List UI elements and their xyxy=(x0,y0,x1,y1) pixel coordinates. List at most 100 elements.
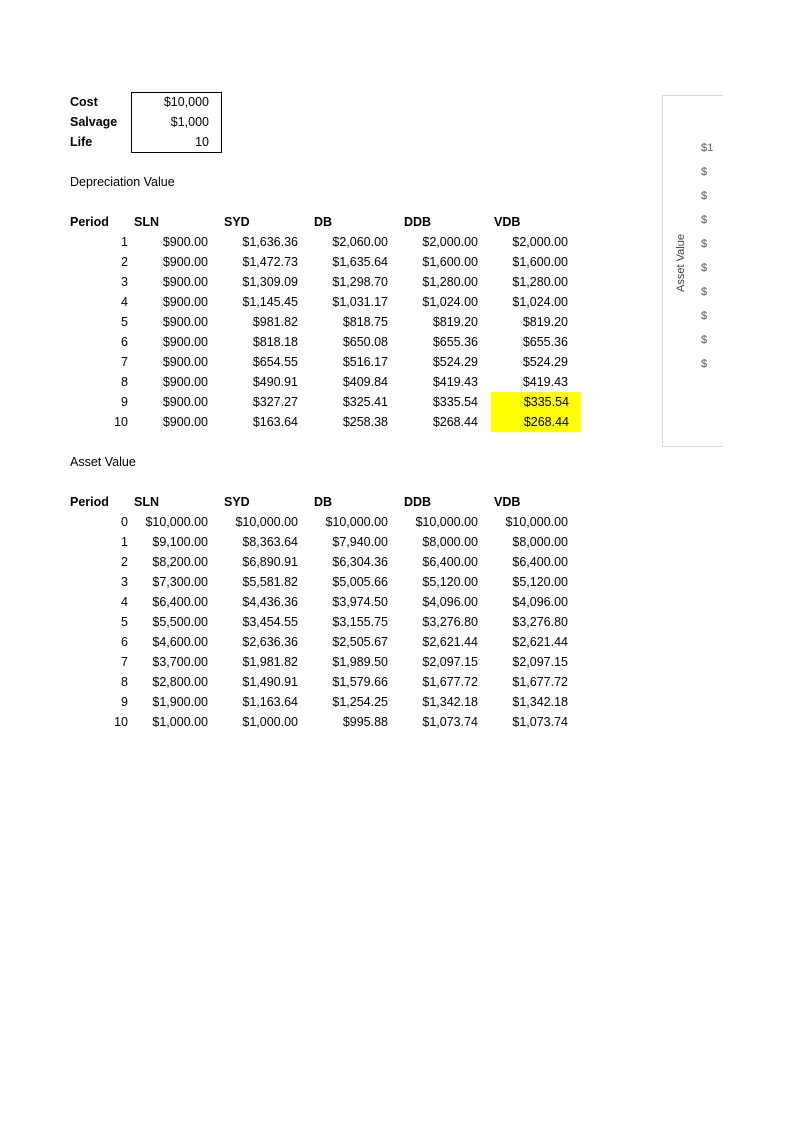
value-cell: $2,636.36 xyxy=(242,635,298,649)
value-cell: $1,490.91 xyxy=(242,675,298,689)
value-cell: $900.00 xyxy=(162,375,208,389)
value-cell: $1,000.00 xyxy=(152,715,208,729)
value-cell: $981.82 xyxy=(252,315,298,329)
asset-value-chart: Asset Value $1 $ $ $ $ $ $ $ $ $ xyxy=(662,95,723,447)
chart-y-tick-label: $ xyxy=(701,190,708,202)
value-cell: $4,096.00 xyxy=(422,595,478,609)
value-cell: $1,342.18 xyxy=(422,695,478,709)
period-cell: 5 xyxy=(121,615,128,629)
value-cell: $2,000.00 xyxy=(512,235,568,249)
period-cell: 6 xyxy=(121,335,128,349)
period-cell: 0 xyxy=(121,515,128,529)
value-cell: $1,000.00 xyxy=(242,715,298,729)
value-cell: $6,890.91 xyxy=(242,555,298,569)
value-cell: $1,600.00 xyxy=(422,255,478,269)
column-header-vdb: VDB xyxy=(494,495,521,509)
period-cell: 10 xyxy=(114,715,128,729)
value-cell: $7,940.00 xyxy=(332,535,388,549)
value-cell: $1,073.74 xyxy=(422,715,478,729)
value-cell: $818.75 xyxy=(342,315,388,329)
value-cell: $10,000.00 xyxy=(235,515,298,529)
value-cell: $1,280.00 xyxy=(422,275,478,289)
value-cell: $819.20 xyxy=(522,315,568,329)
value-cell: $2,000.00 xyxy=(422,235,478,249)
column-header-ddb: DDB xyxy=(404,495,432,509)
column-header-vdb: VDB xyxy=(494,215,521,229)
highlighted-value-cell: $335.54 xyxy=(491,392,581,412)
value-cell: $1,298.70 xyxy=(332,275,388,289)
value-cell: $1,342.18 xyxy=(512,695,568,709)
column-header-ddb: DDB xyxy=(404,215,432,229)
value-cell: $8,000.00 xyxy=(512,535,568,549)
value-cell: $995.88 xyxy=(342,715,388,729)
value-cell: $900.00 xyxy=(162,415,208,429)
value-cell: $1,280.00 xyxy=(512,275,568,289)
value-cell: $8,363.64 xyxy=(242,535,298,549)
period-cell: 8 xyxy=(121,675,128,689)
value-cell: $1,024.00 xyxy=(512,295,568,309)
value-cell: $5,120.00 xyxy=(422,575,478,589)
value-cell: $6,400.00 xyxy=(422,555,478,569)
value-cell: $1,472.73 xyxy=(242,255,298,269)
value-cell: $1,309.09 xyxy=(242,275,298,289)
value-cell: $6,400.00 xyxy=(512,555,568,569)
value-cell: $419.43 xyxy=(432,375,478,389)
value-cell: $516.17 xyxy=(342,355,388,369)
value-cell: $3,974.50 xyxy=(332,595,388,609)
chart-y-tick-label: $ xyxy=(701,262,708,274)
value-cell: $2,800.00 xyxy=(152,675,208,689)
period-cell: 7 xyxy=(121,655,128,669)
value-cell: $819.20 xyxy=(432,315,478,329)
value-cell: $1,031.17 xyxy=(332,295,388,309)
value-cell: $2,097.15 xyxy=(422,655,478,669)
value-cell: $900.00 xyxy=(162,355,208,369)
value-cell: $900.00 xyxy=(162,395,208,409)
period-cell: 4 xyxy=(121,295,128,309)
column-header-syd: SYD xyxy=(224,215,250,229)
value-cell: $1,024.00 xyxy=(422,295,478,309)
value-cell: $325.41 xyxy=(342,395,388,409)
value-cell: $1,163.64 xyxy=(242,695,298,709)
value-cell: $419.43 xyxy=(522,375,568,389)
value-cell: $409.84 xyxy=(342,375,388,389)
value-cell: $654.55 xyxy=(252,355,298,369)
period-cell: 9 xyxy=(121,695,128,709)
period-cell: 3 xyxy=(121,275,128,289)
value-cell: $4,600.00 xyxy=(152,635,208,649)
value-cell: $2,621.44 xyxy=(422,635,478,649)
value-cell: $3,454.55 xyxy=(242,615,298,629)
value-cell: $268.44 xyxy=(432,415,478,429)
period-cell: 8 xyxy=(121,375,128,389)
inputs-box xyxy=(131,92,222,153)
value-cell: $2,060.00 xyxy=(332,235,388,249)
value-cell: $5,581.82 xyxy=(242,575,298,589)
chart-y-tick-label: $1 xyxy=(701,142,714,154)
value-cell: $5,500.00 xyxy=(152,615,208,629)
column-header-sln: SLN xyxy=(134,495,159,509)
input-label: Life xyxy=(70,135,93,149)
period-cell: 1 xyxy=(121,535,128,549)
value-cell: $2,097.15 xyxy=(512,655,568,669)
value-cell: $10,000.00 xyxy=(325,515,388,529)
value-cell: $1,145.45 xyxy=(242,295,298,309)
value-cell: $1,900.00 xyxy=(152,695,208,709)
asset-section-title: Asset Value xyxy=(70,455,136,469)
chart-y-tick-label: $ xyxy=(701,334,708,346)
value-cell: $3,700.00 xyxy=(152,655,208,669)
value-cell: $900.00 xyxy=(162,275,208,289)
value-cell: $1,600.00 xyxy=(512,255,568,269)
value-cell: $1,635.64 xyxy=(332,255,388,269)
value-cell: $1,981.82 xyxy=(242,655,298,669)
chart-y-tick-label: $ xyxy=(701,286,708,298)
value-cell: $8,200.00 xyxy=(152,555,208,569)
chart-y-tick-label: $ xyxy=(701,166,708,178)
column-header-syd: SYD xyxy=(224,495,250,509)
column-header-db: DB xyxy=(314,215,333,229)
value-cell: $3,276.80 xyxy=(422,615,478,629)
value-cell: $1,254.25 xyxy=(332,695,388,709)
value-cell: $1,677.72 xyxy=(512,675,568,689)
value-cell: $10,000.00 xyxy=(415,515,478,529)
value-cell: $490.91 xyxy=(252,375,298,389)
period-cell: 2 xyxy=(121,555,128,569)
value-cell: $900.00 xyxy=(162,295,208,309)
